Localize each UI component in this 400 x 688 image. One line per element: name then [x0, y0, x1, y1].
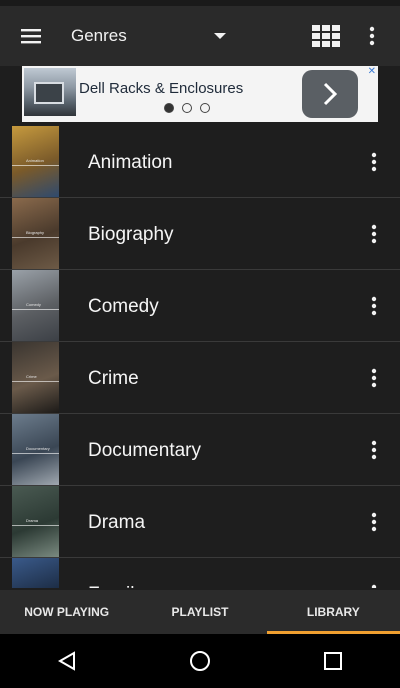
genre-row[interactable]: Documentary Documentary	[0, 414, 400, 486]
genre-row[interactable]: Comedy Comedy	[0, 270, 400, 342]
genre-thumbnail-caption: Biography	[26, 230, 45, 235]
genre-thumbnail-caption: Animation	[26, 158, 44, 163]
tab-library[interactable]: LIBRARY	[266, 590, 400, 634]
recents-button[interactable]	[303, 634, 363, 688]
genre-thumbnail	[12, 558, 59, 588]
home-icon	[189, 651, 210, 671]
genre-thumbnail-caption: Comedy	[26, 302, 41, 307]
grid-view-icon	[312, 25, 340, 47]
genre-name: Documentary	[88, 440, 201, 461]
genre-thumbnail-caption: Drama	[26, 518, 39, 523]
ad-banner[interactable]: Dell Racks & Enclosures ✕	[22, 66, 378, 122]
genre-row[interactable]: Drama Drama	[0, 486, 400, 558]
more-vert-icon	[371, 296, 377, 316]
back-button[interactable]	[37, 634, 97, 688]
genre-more-button[interactable]	[362, 580, 386, 588]
genre-thumbnail: Drama	[12, 486, 59, 557]
genre-more-button[interactable]	[362, 148, 386, 176]
menu-button[interactable]	[0, 6, 62, 66]
carousel-dot	[164, 103, 174, 113]
genre-more-button[interactable]	[362, 508, 386, 536]
recents-icon	[324, 652, 343, 670]
overflow-menu-button[interactable]	[354, 6, 390, 66]
more-vert-icon	[371, 152, 377, 172]
genre-selector-label: Genres	[71, 26, 127, 45]
genre-name: Family	[88, 584, 144, 588]
more-vert-icon	[369, 26, 375, 46]
genre-thumbnail: Crime	[12, 342, 59, 413]
grid-view-button[interactable]	[304, 6, 348, 66]
system-nav-bar	[0, 634, 400, 688]
genre-row[interactable]: Family	[0, 558, 400, 588]
genre-name: Crime	[88, 368, 139, 389]
more-vert-icon	[371, 368, 377, 388]
tab-playlist[interactable]: PLAYLIST	[133, 590, 266, 634]
more-vert-icon	[371, 512, 377, 532]
genre-more-button[interactable]	[362, 436, 386, 464]
ad-close-icon[interactable]: ✕	[368, 67, 376, 77]
genre-name: Comedy	[88, 296, 159, 317]
ad-text: Dell Racks & Enclosures	[79, 80, 244, 97]
tab-now-playing[interactable]: NOW PLAYING	[0, 590, 133, 634]
genre-list: Animation Animation Biography Biography Come…	[0, 126, 400, 588]
genre-more-button[interactable]	[362, 220, 386, 248]
genre-name: Animation	[88, 152, 173, 173]
genre-name: Drama	[88, 512, 146, 533]
app-bar: Genres	[0, 6, 400, 66]
dropdown-caret-icon	[214, 33, 226, 39]
genre-row[interactable]: Crime Crime	[0, 342, 400, 414]
genre-thumbnail: Comedy	[12, 270, 59, 341]
more-vert-icon	[371, 440, 377, 460]
back-icon	[57, 651, 75, 671]
menu-icon	[21, 29, 41, 44]
carousel-dot	[200, 103, 210, 113]
genre-thumbnail: Documentary	[12, 414, 59, 485]
more-vert-icon	[371, 224, 377, 244]
genre-thumbnail-caption: Crime	[26, 374, 37, 379]
more-vert-icon	[371, 584, 377, 588]
genre-more-button[interactable]	[362, 364, 386, 392]
carousel-dot	[182, 103, 192, 113]
genre-thumbnail-caption: Documentary	[26, 446, 50, 451]
genre-thumbnail: Biography	[12, 198, 59, 269]
genre-row[interactable]: Biography Biography	[0, 198, 400, 270]
genre-row[interactable]: Animation Animation	[0, 126, 400, 198]
ad-image	[24, 68, 76, 116]
genre-more-button[interactable]	[362, 292, 386, 320]
ad-carousel-dots	[164, 103, 210, 113]
ad-next-button[interactable]	[302, 70, 358, 118]
home-button[interactable]	[170, 634, 230, 688]
bottom-tab-bar: NOW PLAYING PLAYLIST LIBRARY	[0, 590, 400, 634]
genre-thumbnail: Animation	[12, 126, 59, 197]
genre-name: Biography	[88, 224, 174, 245]
chevron-right-icon	[323, 82, 338, 106]
genre-selector-dropdown[interactable]: Genres	[62, 6, 232, 66]
